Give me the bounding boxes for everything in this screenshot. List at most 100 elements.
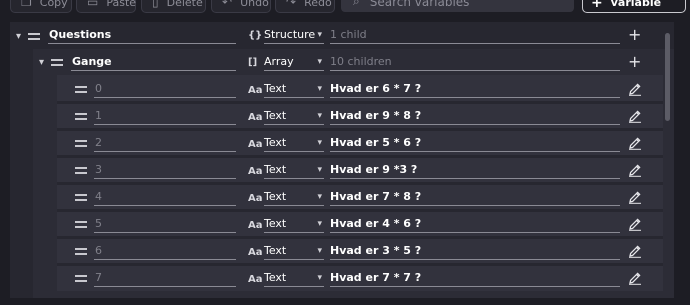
row-divider [57, 209, 663, 212]
variable-summary: 1 child [330, 28, 620, 44]
structure-type-icon: {} [248, 30, 263, 41]
undo-button[interactable]: ↶ Undo [211, 0, 271, 13]
delete-button[interactable]: ▯ Delete [141, 0, 206, 13]
item-value-field[interactable]: Hvad er 9 *3 ? [330, 163, 620, 179]
add-variable-label: Add variable [610, 0, 662, 9]
chevron-down-icon: ▾ [317, 30, 322, 40]
item-value-field[interactable]: Hvad er 4 * 6 ? [330, 217, 620, 233]
text-type-icon: Aa [248, 247, 263, 258]
drag-handle-icon[interactable] [28, 33, 40, 40]
type-select[interactable]: Text ▾ [264, 271, 324, 287]
pencil-icon[interactable] [628, 244, 642, 258]
row-divider [57, 155, 663, 158]
text-type-icon: Aa [248, 85, 263, 96]
type-select-value: Text [264, 271, 287, 284]
row-divider [57, 128, 663, 131]
toolbar: ❐ Copy ▭ Paste ▯ Delete ↶ Undo ↷ Redo ⌕ … [0, 0, 690, 14]
pencil-icon[interactable] [628, 217, 642, 231]
chevron-down-icon[interactable]: ▾ [16, 31, 21, 42]
copy-icon: ❐ [21, 0, 32, 9]
drag-handle-icon[interactable] [75, 86, 87, 93]
redo-icon: ↷ [286, 0, 297, 9]
type-select-value: Text [264, 217, 287, 230]
item-value-field[interactable]: Hvad er 7 * 7 ? [330, 271, 620, 287]
item-value-field[interactable]: Hvad er 3 * 5 ? [330, 244, 620, 260]
paste-icon: ▭ [87, 0, 99, 9]
drag-handle-icon[interactable] [75, 275, 87, 282]
drag-handle-icon[interactable] [75, 221, 87, 228]
copy-button[interactable]: ❐ Copy [10, 0, 72, 13]
type-select-value: Text [264, 136, 287, 149]
text-type-icon: Aa [248, 220, 263, 231]
type-select[interactable]: Text ▾ [264, 217, 324, 233]
delete-label: Delete [166, 0, 203, 9]
pencil-icon[interactable] [628, 163, 642, 177]
type-select[interactable]: Text ▾ [264, 136, 324, 152]
add-child-icon[interactable]: + [628, 54, 641, 70]
text-type-icon: Aa [248, 166, 263, 177]
item-index-field[interactable]: 4 [94, 190, 236, 206]
drag-handle-icon[interactable] [51, 59, 63, 66]
paste-button[interactable]: ▭ Paste [76, 0, 136, 13]
item-index-field[interactable]: 2 [94, 136, 236, 152]
chevron-down-icon: ▾ [317, 192, 322, 202]
type-select-value: Text [264, 244, 287, 257]
add-variable-button[interactable]: + Add variable [582, 0, 686, 13]
pencil-icon[interactable] [628, 82, 642, 96]
drag-handle-icon[interactable] [75, 113, 87, 120]
row-divider [57, 182, 663, 185]
drag-handle-icon[interactable] [75, 194, 87, 201]
item-index-field[interactable]: 6 [94, 244, 236, 260]
item-index-field[interactable]: 7 [94, 271, 236, 287]
trash-icon: ▯ [152, 0, 159, 9]
item-index-field[interactable]: 5 [94, 217, 236, 233]
chevron-down-icon: ▾ [317, 165, 322, 175]
type-select[interactable]: Text ▾ [264, 190, 324, 206]
row-divider [57, 236, 663, 239]
copy-label: Copy [39, 0, 68, 9]
type-select[interactable]: Array ▾ [264, 55, 324, 71]
pencil-icon[interactable] [628, 271, 642, 285]
chevron-down-icon: ▾ [317, 273, 322, 283]
drag-handle-icon[interactable] [75, 140, 87, 147]
type-select[interactable]: Text ▾ [264, 244, 324, 260]
type-select-value: Text [264, 163, 287, 176]
item-index-field[interactable]: 0 [94, 82, 236, 98]
pencil-icon[interactable] [628, 109, 642, 123]
type-select[interactable]: Text ▾ [264, 82, 324, 98]
drag-handle-icon[interactable] [75, 167, 87, 174]
variable-name-field[interactable]: Gange [71, 55, 236, 71]
item-value-field[interactable]: Hvad er 9 * 8 ? [330, 109, 620, 125]
item-value-field[interactable]: Hvad er 5 * 6 ? [330, 136, 620, 152]
paste-label: Paste [106, 0, 137, 9]
item-index-field[interactable]: 1 [94, 109, 236, 125]
add-child-icon[interactable]: + [628, 27, 641, 43]
search-placeholder: Search variables [369, 0, 470, 9]
chevron-down-icon: ▾ [317, 84, 322, 94]
text-type-icon: Aa [248, 274, 263, 285]
chevron-down-icon: ▾ [317, 219, 322, 229]
item-index-field[interactable]: 3 [94, 163, 236, 179]
type-select-value: Text [264, 82, 287, 95]
type-select-value: Text [264, 109, 287, 122]
scrollbar-thumb[interactable] [665, 33, 670, 121]
chevron-down-icon[interactable]: ▾ [39, 57, 44, 68]
variable-name-field[interactable]: Questions [48, 28, 236, 44]
chevron-down-icon: ▾ [317, 246, 322, 256]
type-select[interactable]: Text ▾ [264, 163, 324, 179]
item-value-field[interactable]: Hvad er 6 * 7 ? [330, 82, 620, 98]
drag-handle-icon[interactable] [75, 248, 87, 255]
row-divider [57, 101, 663, 104]
pencil-icon[interactable] [628, 136, 642, 150]
text-type-icon: Aa [248, 112, 263, 123]
redo-button[interactable]: ↷ Redo [275, 0, 335, 13]
undo-icon: ↶ [222, 0, 233, 9]
type-select[interactable]: Structure ▾ [264, 28, 324, 44]
undo-label: Undo [240, 0, 269, 9]
item-value-field[interactable]: Hvad er 7 * 8 ? [330, 190, 620, 206]
scrollbar[interactable] [665, 33, 671, 288]
pencil-icon[interactable] [628, 190, 642, 204]
type-select[interactable]: Text ▾ [264, 109, 324, 125]
search-input[interactable]: ⌕ Search variables [341, 0, 574, 12]
row-divider [57, 263, 663, 266]
